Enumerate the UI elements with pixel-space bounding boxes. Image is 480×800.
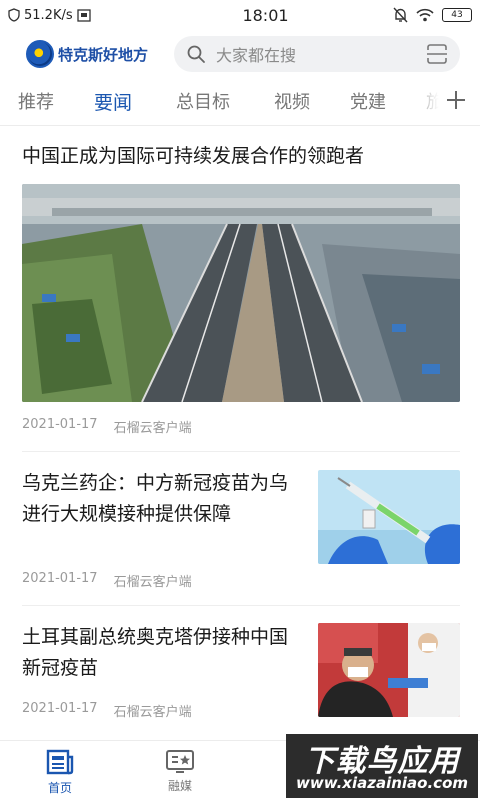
article-source: 石榴云客户端 (113, 575, 192, 590)
article-item[interactable]: 乌克兰药企：中方新冠疫苗为乌进行大规模接种提供保障 (22, 468, 302, 530)
article-image-highway[interactable] (22, 184, 460, 402)
home-news-icon (46, 749, 74, 775)
status-bar: 51.2K/s 18:01 43 (0, 0, 480, 30)
tabs-divider (0, 125, 480, 126)
nav-label-home: 首页 (47, 781, 72, 795)
mute-bell-icon (393, 7, 408, 23)
status-right: 43 (393, 7, 472, 23)
channel-tabs: 推荐 要闻 总目标 视频 党建 旅 (0, 82, 480, 122)
scan-icon[interactable] (426, 43, 448, 65)
watermark: 下载鸟应用 www.xiazainiao.com (286, 734, 478, 798)
vaccine-photo (318, 470, 460, 564)
app-logo[interactable]: 特克斯好地方 (26, 40, 148, 68)
search-placeholder: 大家都在搜 (216, 46, 297, 65)
article-meta: 2021-01-17 石榴云客户端 (22, 701, 460, 720)
tab-general-goal[interactable]: 总目标 (176, 88, 230, 114)
header: 特克斯好地方 大家都在搜 (0, 34, 480, 74)
article-meta: 2021-01-17 石榴云客户端 (22, 417, 460, 436)
clock: 18:01 (242, 5, 289, 25)
article-title: 乌克兰药企：中方新冠疫苗为乌进行大规模接种提供保障 (22, 472, 289, 525)
article-date: 2021-01-17 (22, 571, 98, 586)
app-name: 特克斯好地方 (58, 45, 149, 64)
tab-fade (408, 82, 444, 122)
tab-recommend[interactable]: 推荐 (18, 88, 54, 114)
image-icon (76, 8, 91, 22)
article-title: 中国正成为国际可持续发展合作的领跑者 (22, 145, 365, 167)
article-item[interactable]: 中国正成为国际可持续发展合作的领跑者 (22, 141, 460, 172)
wifi-icon (416, 8, 434, 22)
article-meta: 2021-01-17 石榴云客户端 (22, 571, 460, 590)
add-channel-icon[interactable] (444, 88, 468, 112)
search-input[interactable]: 大家都在搜 (174, 36, 460, 72)
battery-icon: 43 (442, 8, 472, 22)
highway-photo (22, 184, 460, 402)
article-date: 2021-01-17 (22, 417, 98, 432)
shield-icon (8, 8, 20, 22)
watermark-url: www.xiazainiao.com (295, 774, 469, 792)
article-title: 土耳其副总统奥克塔伊接种中国新冠疫苗 (22, 626, 289, 679)
search-icon (187, 45, 205, 63)
tab-video[interactable]: 视频 (274, 88, 310, 114)
nav-media[interactable]: 融媒 (150, 749, 210, 794)
nav-label-media: 融媒 (167, 779, 192, 793)
tab-headlines[interactable]: 要闻 (94, 88, 132, 115)
logo-icon (26, 40, 54, 68)
article-divider (22, 605, 460, 606)
article-divider (22, 451, 460, 452)
network-speed: 51.2K/s (24, 7, 73, 23)
nav-home[interactable]: 首页 (30, 749, 90, 796)
article-date: 2021-01-17 (22, 701, 98, 716)
media-star-icon (166, 750, 194, 773)
article-source: 石榴云客户端 (113, 705, 192, 720)
article-item[interactable]: 土耳其副总统奥克塔伊接种中国新冠疫苗 (22, 622, 302, 684)
article-source: 石榴云客户端 (113, 421, 192, 436)
article-image-vaccine[interactable] (318, 470, 460, 564)
tab-party[interactable]: 党建 (350, 88, 386, 114)
